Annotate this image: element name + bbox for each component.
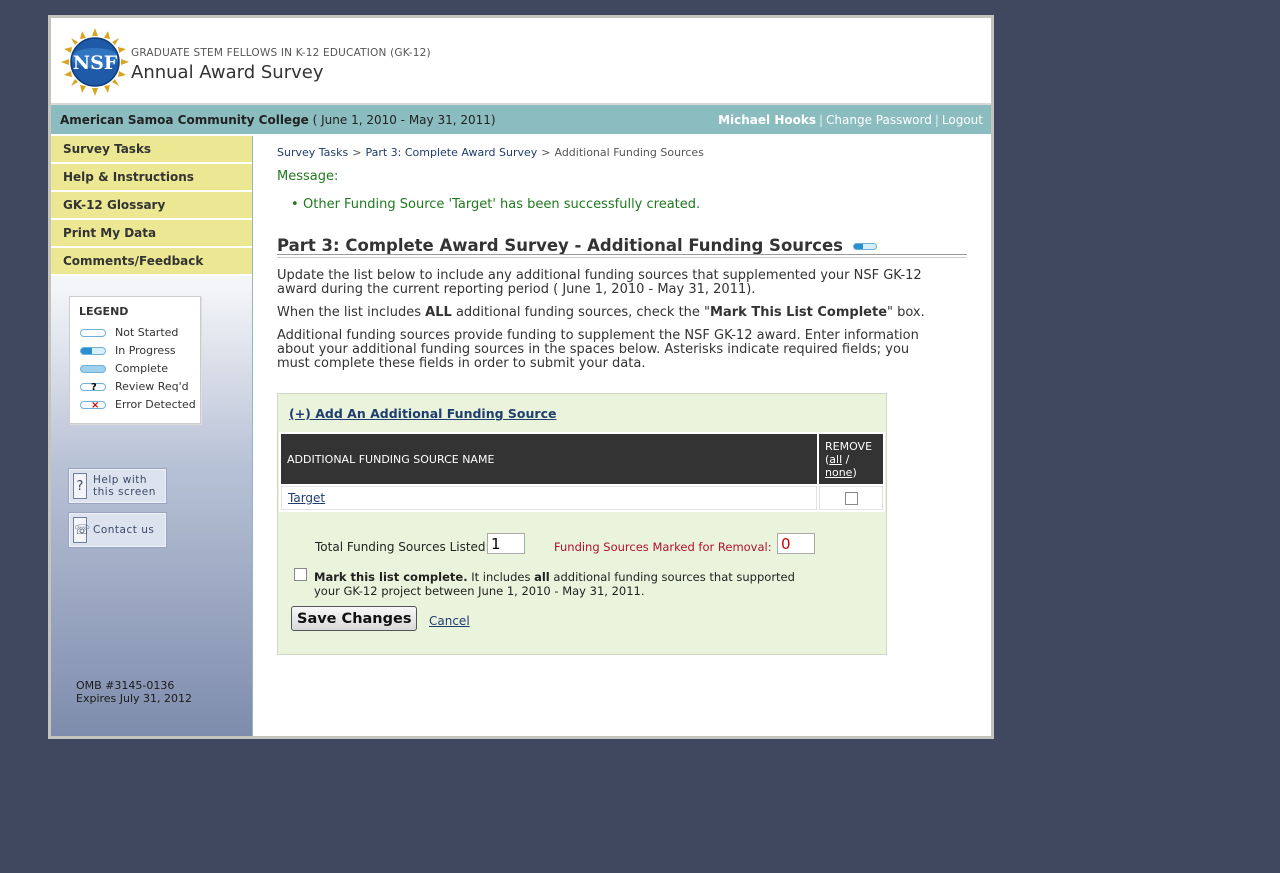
nav-print-my-data[interactable]: Print My Data (51, 220, 252, 248)
header: NSF GRADUATE STEM FELLOWS IN K-12 EDUCAT… (51, 18, 991, 105)
svg-text:NSF: NSF (73, 52, 118, 74)
institution-name: American Samoa Community College (60, 113, 309, 127)
table-header-row: ADDITIONAL FUNDING SOURCE NAME REMOVE (al… (281, 434, 883, 484)
mark-complete-label: Mark this list complete. It includes all… (314, 570, 795, 598)
save-changes-button[interactable]: Save Changes (291, 606, 418, 631)
title-divider (277, 254, 967, 258)
info-bar: American Samoa Community College ( June … (51, 105, 991, 134)
nav-gk12-glossary[interactable]: GK-12 Glossary (51, 192, 252, 220)
instruction-paragraph: When the list includes ALL additional fu… (277, 305, 925, 320)
user-name: Michael Hooks (718, 113, 816, 127)
marked-for-removal-label: Funding Sources Marked for Removal: (554, 540, 772, 554)
help-with-screen-button[interactable]: ? Help with this screen (69, 469, 166, 503)
in-progress-icon (852, 243, 877, 250)
legend: LEGEND Not Started In Progress Complete … (69, 296, 201, 424)
user-links: Michael Hooks | Change Password | Logout (718, 113, 983, 127)
column-header-remove: REMOVE (all / none) (819, 434, 883, 484)
funding-sources-panel: (+) Add An Additional Funding Source ADD… (277, 393, 887, 655)
nav-help-instructions[interactable]: Help & Instructions (51, 164, 252, 192)
table-row: Target (281, 486, 883, 510)
total-sources-field[interactable] (487, 533, 525, 554)
funding-sources-table: ADDITIONAL FUNDING SOURCE NAME REMOVE (al… (279, 432, 885, 512)
contact-us-button[interactable]: ☏ Contact us (69, 513, 166, 547)
review-required-icon: ? (80, 382, 106, 393)
remove-all-link[interactable]: all (829, 453, 842, 466)
total-sources-label: Total Funding Sources Listed: (315, 540, 490, 554)
nav-comments-feedback[interactable]: Comments/Feedback (51, 248, 252, 276)
reporting-period: ( June 1, 2010 - May 31, 2011) (312, 113, 496, 127)
cancel-link[interactable]: Cancel (429, 614, 470, 628)
breadcrumb-survey-tasks[interactable]: Survey Tasks (277, 146, 348, 159)
intro-paragraph: Update the list below to include any add… (277, 268, 922, 297)
nsf-logo: NSF (61, 28, 129, 96)
page-title: Part 3: Complete Award Survey - Addition… (277, 236, 877, 255)
mark-complete-checkbox[interactable] (294, 568, 307, 581)
question-icon: ? (73, 473, 87, 499)
breadcrumb: Survey Tasks > Part 3: Complete Award Surv… (277, 146, 704, 159)
program-name: GRADUATE STEM FELLOWS IN K-12 EDUCATION … (131, 47, 431, 59)
omb-notice: OMB #3145-0136 Expires July 31, 2012 (76, 679, 193, 705)
remove-cell (819, 486, 883, 510)
complete-icon (80, 365, 106, 373)
funding-source-cell: Target (281, 486, 817, 510)
institution: American Samoa Community College ( June … (60, 113, 496, 127)
column-header-name: ADDITIONAL FUNDING SOURCE NAME (281, 434, 817, 484)
details-paragraph: Additional funding sources provide fundi… (277, 328, 919, 371)
survey-title: Annual Award Survey (131, 62, 324, 83)
page-frame: NSF GRADUATE STEM FELLOWS IN K-12 EDUCAT… (48, 15, 994, 739)
remove-none-link[interactable]: none (825, 466, 852, 479)
in-progress-icon (80, 347, 106, 355)
error-detected-icon: × (80, 400, 106, 411)
breadcrumb-part3[interactable]: Part 3: Complete Award Survey (365, 146, 537, 159)
message-label: Message: (277, 169, 339, 184)
not-started-icon (80, 329, 106, 337)
logout-link[interactable]: Logout (942, 113, 983, 127)
message-list: Other Funding Source 'Target' has been s… (291, 197, 700, 212)
legend-title: LEGEND (79, 305, 129, 318)
funding-source-link[interactable]: Target (288, 491, 325, 505)
add-funding-source-link[interactable]: (+) Add An Additional Funding Source (289, 406, 556, 421)
phone-icon: ☏ (73, 517, 90, 543)
remove-checkbox[interactable] (844, 492, 858, 505)
breadcrumb-current: Additional Funding Sources (554, 146, 704, 159)
success-message: Other Funding Source 'Target' has been s… (291, 197, 700, 212)
nav-survey-tasks[interactable]: Survey Tasks (51, 136, 252, 164)
marked-for-removal-field[interactable] (777, 533, 815, 554)
change-password-link[interactable]: Change Password (826, 113, 932, 127)
sidebar: Survey Tasks Help & Instructions GK-12 G… (51, 136, 253, 736)
